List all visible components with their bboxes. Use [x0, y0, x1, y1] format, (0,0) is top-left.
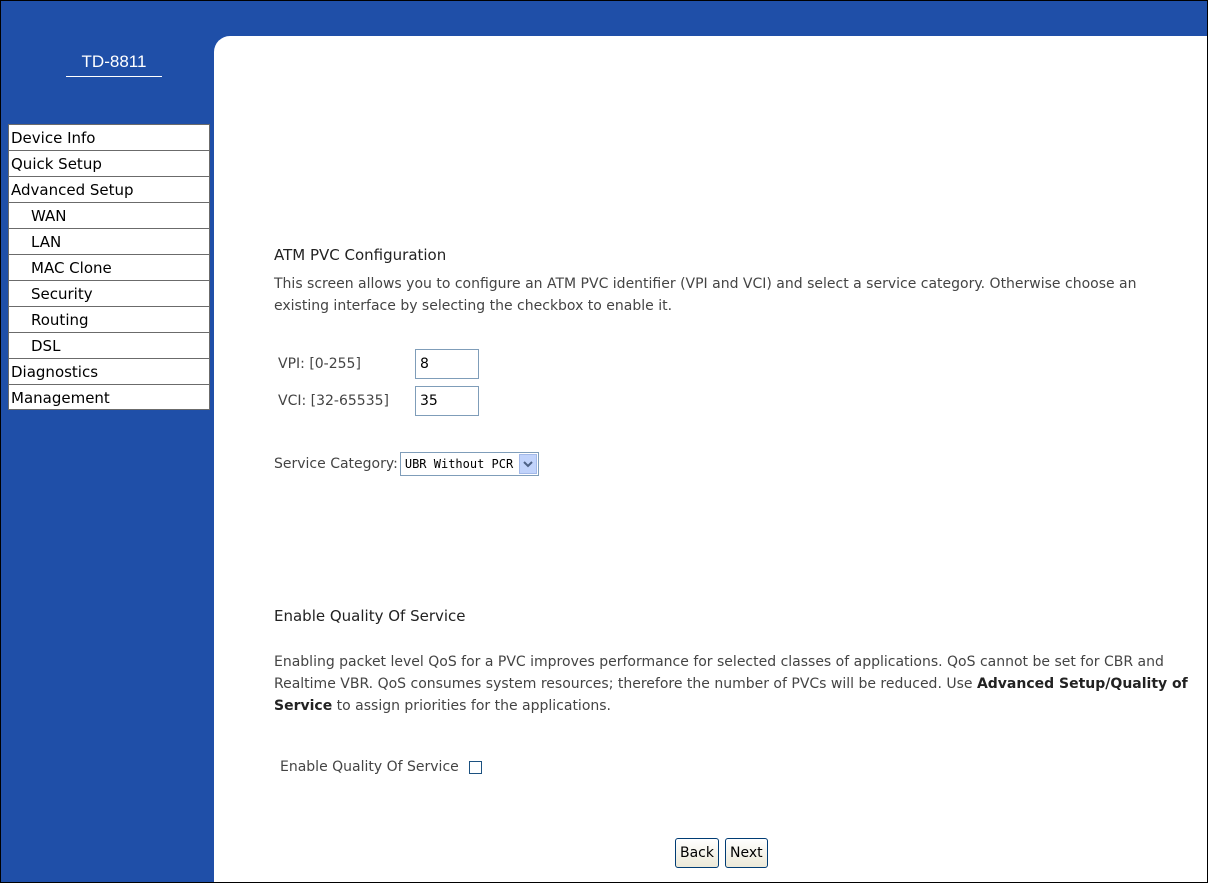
- service-category-value: UBR Without PCR: [404, 457, 514, 471]
- logo: TD-8811: [66, 52, 162, 77]
- service-category-select[interactable]: UBR Without PCR: [399, 452, 540, 476]
- service-category-row: Service Category: UBR Without PCR: [274, 452, 540, 476]
- qos-description: Enabling packet level QoS for a PVC impr…: [274, 651, 1194, 717]
- vci-input[interactable]: [415, 386, 479, 416]
- nav-dsl[interactable]: DSL: [8, 332, 210, 358]
- qos-checkbox-label: Enable Quality Of Service: [280, 759, 459, 775]
- vci-label: VCI: [32-65535]: [278, 393, 389, 409]
- nav-quick-setup[interactable]: Quick Setup: [8, 150, 210, 176]
- vpi-row: VPI: [0-255]: [274, 349, 479, 379]
- nav-wan[interactable]: WAN: [8, 202, 210, 228]
- nav-mac-clone[interactable]: MAC Clone: [8, 254, 210, 280]
- nav-device-info[interactable]: Device Info: [8, 124, 210, 150]
- nav-management[interactable]: Management: [8, 384, 210, 410]
- sidebar: TD-8811 Device Info Quick Setup Advanced…: [8, 0, 210, 883]
- vpi-label: VPI: [0-255]: [278, 356, 361, 372]
- nav-routing[interactable]: Routing: [8, 306, 210, 332]
- nav-buttons: Back Next: [675, 838, 768, 868]
- main-panel: ATM PVC Configuration This screen allows…: [214, 36, 1208, 883]
- qos-checkbox-row: Enable Quality Of Service: [280, 759, 482, 775]
- vci-row: VCI: [32-65535]: [274, 386, 479, 416]
- atm-pvc-title: ATM PVC Configuration: [274, 246, 447, 264]
- nav-security[interactable]: Security: [8, 280, 210, 306]
- next-button[interactable]: Next: [725, 838, 768, 868]
- nav-lan[interactable]: LAN: [8, 228, 210, 254]
- vpi-input[interactable]: [415, 349, 479, 379]
- nav-diagnostics[interactable]: Diagnostics: [8, 358, 210, 384]
- service-category-label: Service Category:: [274, 456, 398, 472]
- qos-checkbox[interactable]: [468, 760, 482, 774]
- nav-menu: Device Info Quick Setup Advanced Setup W…: [8, 124, 210, 410]
- atm-pvc-description: This screen allows you to configure an A…: [274, 276, 1137, 314]
- chevron-down-icon[interactable]: [519, 454, 538, 474]
- nav-advanced-setup[interactable]: Advanced Setup: [8, 176, 210, 202]
- qos-title: Enable Quality Of Service: [274, 607, 466, 625]
- qos-description-text-end: to assign priorities for the application…: [332, 698, 611, 714]
- back-button[interactable]: Back: [675, 838, 719, 868]
